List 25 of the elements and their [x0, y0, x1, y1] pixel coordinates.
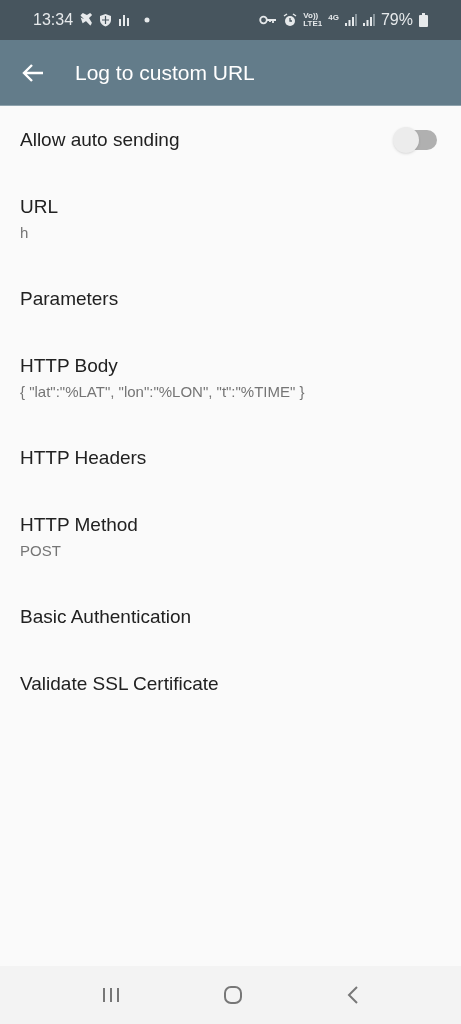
- settings-row[interactable]: Validate SSL Certificate: [0, 650, 461, 717]
- setting-title: Allow auto sending: [20, 127, 180, 152]
- network-label: 4G: [328, 12, 339, 24]
- settings-row[interactable]: URL h: [0, 173, 461, 265]
- status-time: 13:34: [33, 10, 74, 30]
- setting-summary: { "lat":"%LAT", "lon":"%LON", "t":"%TIME" }: [20, 382, 305, 402]
- setting-title: HTTP Headers: [20, 445, 147, 470]
- battery-percent: 79%: [380, 10, 413, 30]
- setting-summary: POST: [20, 541, 62, 561]
- setting-title: Parameters: [20, 286, 119, 311]
- setting-title: HTTP Body: [20, 354, 119, 378]
- app-bar-title: Log to custom URL: [75, 59, 255, 86]
- settings-row[interactable]: Basic Authentication: [0, 583, 461, 650]
- setting-summary: h: [20, 223, 30, 243]
- setting-title: URL: [20, 195, 58, 219]
- settings-row[interactable]: HTTP Headers: [0, 424, 461, 491]
- setting-title: Validate SSL Certificate: [20, 671, 219, 696]
- volte-label: Vo)): [303, 12, 319, 20]
- setting-title: Basic Authentication: [20, 604, 192, 629]
- settings-row[interactable]: HTTP Method POST: [0, 491, 461, 583]
- setting-title: HTTP Method: [20, 513, 138, 537]
- settings-row[interactable]: Allow auto sending: [0, 106, 461, 173]
- lte-label: LTE1: [303, 20, 323, 28]
- settings-row[interactable]: HTTP Body { "lat":"%LAT", "lon":"%LON", "t":"%TIME" }: [0, 332, 461, 424]
- settings-row[interactable]: Parameters: [0, 265, 461, 332]
